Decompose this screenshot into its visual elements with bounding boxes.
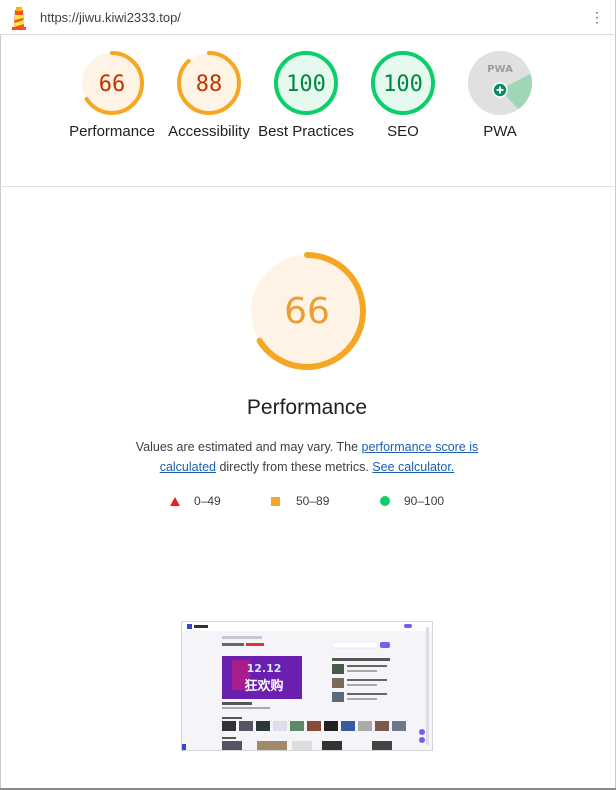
description-text: Values are estimated and may vary. The — [135, 440, 362, 454]
performance-score-gauge: 66 — [248, 252, 366, 370]
gauge-label: SEO — [387, 123, 419, 140]
see-calculator-link[interactable]: See calculator. — [372, 460, 454, 474]
description-text-2: directly from these metrics. — [215, 460, 369, 474]
score-ring: 66 — [80, 51, 144, 115]
gauge-accessibility[interactable]: 88 Accessibility — [159, 50, 259, 142]
triangle-icon — [170, 496, 180, 506]
legend-range: 90–100 — [404, 494, 445, 508]
gauge-performance[interactable]: 66 Performance — [62, 50, 162, 142]
pwa-badge-icon: PWA — [468, 51, 532, 115]
legend-average: 50–89 — [271, 494, 329, 508]
svg-text:12.12: 12.12 — [247, 662, 282, 675]
score-ring: 88 — [177, 51, 241, 115]
score-ring: 100 — [274, 51, 338, 115]
gauge-score: 100 — [286, 72, 326, 97]
legend-pass: 90–100 — [380, 494, 444, 508]
lighthouse-icon — [12, 7, 26, 30]
performance-score: 66 — [284, 291, 330, 332]
legend-fail: 0–49 — [170, 494, 221, 508]
gauge-score: 66 — [99, 72, 126, 97]
gauge-score: 88 — [196, 72, 223, 97]
screenshot-thumbnail: 12.12 狂欢购 — [182, 622, 432, 750]
gauge-label: PWA — [483, 123, 517, 140]
score-description: Values are estimated and may vary. The p… — [120, 437, 494, 477]
gauge-best-practices[interactable]: 100 Best Practices — [256, 50, 356, 142]
score-ring: 100 — [371, 51, 435, 115]
square-icon — [271, 496, 280, 506]
url-bar: https://jiwu.kiwi2333.top/ ⋮ — [0, 0, 614, 35]
category-title: Performance — [246, 396, 368, 419]
gauge-label: Accessibility — [168, 123, 250, 140]
score-legend: 0–49 50–89 90–100 — [0, 494, 614, 510]
pwa-badge-text: PWA — [487, 64, 513, 75]
gauge-pwa[interactable]: PWA PWA — [450, 50, 550, 142]
legend-range: 0–49 — [194, 494, 221, 508]
report-url[interactable]: https://jiwu.kiwi2333.top/ — [40, 10, 181, 25]
more-vert-icon[interactable]: ⋮ — [590, 9, 604, 25]
category-gauges: 66 Performance 88 Accessibility 100 Best… — [0, 34, 614, 187]
svg-text:狂欢购: 狂欢购 — [244, 678, 283, 694]
final-screenshot[interactable]: 12.12 狂欢购 — [181, 621, 433, 751]
gauge-score: 100 — [383, 72, 423, 97]
gauge-label: Best Practices — [258, 123, 354, 140]
gauge-label: Performance — [69, 123, 155, 140]
circle-icon — [380, 496, 390, 506]
legend-range: 50–89 — [296, 494, 330, 508]
gauge-seo[interactable]: 100 SEO — [353, 50, 453, 142]
